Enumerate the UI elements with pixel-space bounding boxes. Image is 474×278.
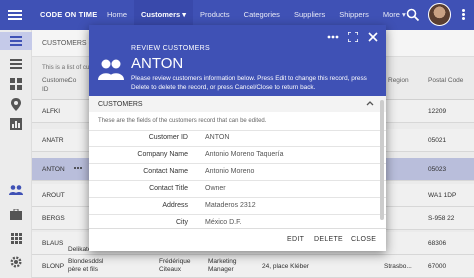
search-icon[interactable] xyxy=(406,8,420,22)
section-title: CUSTOMERS xyxy=(98,101,143,108)
brand-name[interactable]: CODE ON TIME xyxy=(40,10,97,19)
modal-kicker: REVIEW CUSTOMERS xyxy=(131,45,210,52)
chevron-up-icon[interactable] xyxy=(366,100,374,108)
field-value: Antonio Moreno Taquería xyxy=(205,151,284,158)
people-icon xyxy=(98,58,124,80)
section-description: These are the fields of the customers re… xyxy=(98,118,267,124)
divider xyxy=(89,146,386,147)
modal-footer: EDIT DELETE CLOSE xyxy=(89,228,386,251)
map-pin-icon[interactable] xyxy=(8,96,24,112)
modal-description: Please review customers information belo… xyxy=(131,75,367,91)
modal-body[interactable]: CUSTOMERS These are the fields of the cu… xyxy=(89,96,386,228)
modal-title: ANTON xyxy=(131,55,184,72)
field-label: Contact Name xyxy=(143,168,188,175)
delete-button[interactable]: DELETE xyxy=(314,236,343,243)
field-value: Mataderos 2312 xyxy=(205,202,256,209)
user-avatar[interactable] xyxy=(428,3,451,26)
grid-view-icon[interactable] xyxy=(0,32,32,50)
chart-icon[interactable] xyxy=(8,116,24,132)
review-customer-modal: REVIEW CUSTOMERS ANTON Please review cus… xyxy=(89,25,386,251)
divider xyxy=(89,214,386,215)
divider xyxy=(89,163,386,164)
field-label: City xyxy=(175,219,188,226)
scrollbar[interactable] xyxy=(380,100,384,220)
field-label: Address xyxy=(162,202,188,209)
divider xyxy=(89,197,386,198)
field-value: Owner xyxy=(205,185,226,192)
people-icon[interactable] xyxy=(8,182,24,198)
settings-icon[interactable] xyxy=(8,254,24,270)
fullscreen-icon[interactable] xyxy=(347,31,359,43)
more-horiz-icon[interactable] xyxy=(327,31,339,43)
menu-icon[interactable] xyxy=(8,8,22,22)
sidebar xyxy=(0,30,32,278)
field-label: Customer ID xyxy=(148,134,188,141)
more-vert-icon[interactable] xyxy=(460,8,466,22)
modal-header: REVIEW CUSTOMERS ANTON Please review cus… xyxy=(89,25,386,96)
modal-toolbar xyxy=(327,31,383,45)
divider xyxy=(89,130,386,131)
apps-icon[interactable] xyxy=(8,230,24,246)
edit-button[interactable]: EDIT xyxy=(287,236,304,243)
field-label: Company Name xyxy=(137,151,188,158)
field-value: Antonio Moreno xyxy=(205,168,255,175)
divider xyxy=(89,180,386,181)
cards-view-icon[interactable] xyxy=(8,76,24,92)
briefcase-icon[interactable] xyxy=(8,206,24,222)
field-value: México D.F. xyxy=(205,219,242,226)
close-icon[interactable] xyxy=(367,31,379,43)
page-title: CUSTOMERS (9 xyxy=(42,40,95,47)
close-button[interactable]: CLOSE xyxy=(351,236,376,243)
list-view-icon[interactable] xyxy=(8,56,24,72)
field-value: ANTON xyxy=(205,134,230,141)
field-label: Contact Title xyxy=(149,185,188,192)
section-header[interactable]: CUSTOMERS xyxy=(89,96,386,112)
